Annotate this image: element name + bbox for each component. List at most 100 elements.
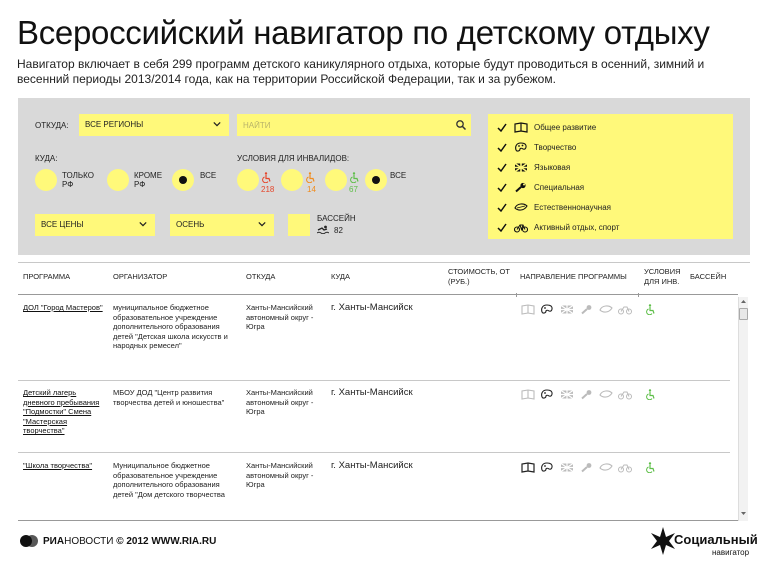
book-icon xyxy=(521,389,535,400)
leaf-icon xyxy=(599,390,613,398)
check-icon xyxy=(497,203,507,213)
wrench-icon xyxy=(581,390,592,400)
ria-logo-icon xyxy=(20,535,38,547)
disabled-all-label: ВСЕ xyxy=(390,171,407,180)
column-tick xyxy=(638,293,639,297)
flag-icon xyxy=(560,390,574,399)
to-all-radio[interactable] xyxy=(172,169,194,191)
column-program[interactable]: ПРОГРАММА xyxy=(23,272,70,282)
row2-direction-icons xyxy=(520,389,660,401)
disabled-person-icon xyxy=(306,172,315,183)
direction-sport-label: Активный отдых, спорт xyxy=(534,223,620,232)
book-icon xyxy=(514,122,528,133)
table-bottom-divider xyxy=(18,520,738,521)
direction-science-label: Естественнонаучная xyxy=(534,203,611,212)
check-icon xyxy=(497,183,507,193)
season-select[interactable]: ОСЕНЬ xyxy=(170,214,274,236)
row-divider xyxy=(18,452,730,453)
to-except-rf-radio[interactable] xyxy=(107,169,129,191)
palette-icon xyxy=(541,462,553,472)
header-divider-top xyxy=(18,262,750,263)
column-tick xyxy=(516,293,517,297)
ria-brand-bold: РИА xyxy=(43,536,65,547)
scrollbar-thumb[interactable] xyxy=(739,308,748,320)
from-label: ОТКУДА: xyxy=(35,121,69,130)
row-divider xyxy=(18,380,730,381)
direction-special[interactable]: Специальная xyxy=(488,179,733,197)
pool-checkbox[interactable] xyxy=(288,214,310,236)
row2-program-link[interactable]: Детский лагерь дневного пребывания "Подм… xyxy=(23,388,103,436)
bicycle-icon xyxy=(618,391,632,400)
direction-special-label: Специальная xyxy=(534,183,585,192)
wrench-icon xyxy=(581,463,592,473)
column-price[interactable]: СТОИМОСТЬ, ОТ (РУБ.) xyxy=(448,267,510,287)
bicycle-icon xyxy=(618,464,632,473)
disabled-hearing-count: 14 xyxy=(307,185,316,194)
direction-general[interactable]: Общее развитие xyxy=(488,119,733,137)
row3-direction-icons xyxy=(520,462,660,474)
row1-program-link[interactable]: ДОЛ "Город Мастеров" xyxy=(23,303,103,313)
row2-to: г. Ханты-Мансийск xyxy=(331,387,413,398)
scroll-down-arrow-icon[interactable] xyxy=(739,509,748,518)
direction-science[interactable]: Естественнонаучная xyxy=(488,199,733,217)
swimmer-icon xyxy=(317,225,329,234)
check-icon xyxy=(497,163,507,173)
bicycle-icon xyxy=(514,224,528,233)
column-from[interactable]: ОТКУДА xyxy=(246,272,275,282)
disabled-hearing-radio[interactable] xyxy=(281,169,303,191)
flag-icon xyxy=(514,162,528,173)
row2-from: Ханты-Мансийский автономный округ - Югра xyxy=(246,388,314,417)
row3-to: г. Ханты-Мансийск xyxy=(331,460,413,471)
disabled-vision-radio[interactable] xyxy=(325,169,347,191)
price-select-value: ВСЕ ЦЕНЫ xyxy=(41,220,84,229)
chevron-down-icon xyxy=(258,221,266,227)
check-icon xyxy=(497,143,507,153)
to-all-label: ВСЕ xyxy=(200,171,217,180)
row3-program-link[interactable]: "Школа творчества" xyxy=(23,461,108,471)
wheelchair-icon xyxy=(646,304,655,315)
disabled-vision-count: 67 xyxy=(349,185,358,194)
scroll-up-arrow-icon[interactable] xyxy=(739,297,748,306)
disabled-wheelchair-count: 218 xyxy=(261,185,275,194)
column-direction[interactable]: НАПРАВЛЕНИЕ ПРОГРАММЫ xyxy=(520,272,627,282)
wheelchair-icon xyxy=(646,462,655,473)
search-icon[interactable] xyxy=(455,119,467,131)
column-organizer[interactable]: ОРГАНИЗАТОР xyxy=(113,272,167,282)
search-input[interactable] xyxy=(237,114,471,136)
disabled-person-icon xyxy=(350,172,359,183)
check-icon xyxy=(497,223,507,233)
book-icon xyxy=(521,462,535,473)
direction-language[interactable]: Языковая xyxy=(488,159,733,177)
palette-icon xyxy=(515,142,527,152)
palette-icon xyxy=(541,389,553,399)
disabled-all-radio[interactable] xyxy=(365,169,387,191)
price-select[interactable]: ВСЕ ЦЕНЫ xyxy=(35,214,155,236)
to-only-rf-radio[interactable] xyxy=(35,169,57,191)
from-select[interactable]: ВСЕ РЕГИОНЫ xyxy=(79,114,229,136)
pool-label: БАССЕЙН xyxy=(317,214,356,223)
brand-title: Социальный xyxy=(674,532,758,547)
flag-icon xyxy=(560,463,574,472)
direction-creativity-label: Творчество xyxy=(534,143,577,152)
column-disabled[interactable]: УСЛОВИЯ ДЛЯ ИНВ. xyxy=(644,267,690,287)
table-scrollbar[interactable] xyxy=(738,297,748,521)
column-to[interactable]: КУДА xyxy=(331,272,350,282)
wheelchair-icon xyxy=(262,172,271,183)
page-subtitle: Навигатор включает в себя 299 программ д… xyxy=(17,57,705,86)
direction-creativity[interactable]: Творчество xyxy=(488,139,733,157)
flag-icon xyxy=(560,305,574,314)
ria-brand-light: НОВОСТИ xyxy=(64,536,114,547)
brand-subtitle: навигатор xyxy=(712,548,750,557)
pool-count: 82 xyxy=(334,226,343,235)
direction-language-label: Языковая xyxy=(534,163,571,172)
direction-general-label: Общее развитие xyxy=(534,123,597,132)
column-pool[interactable]: БАССЕЙН xyxy=(690,272,726,282)
leaf-icon xyxy=(599,463,613,471)
direction-sport[interactable]: Активный отдых, спорт xyxy=(488,219,733,237)
season-select-value: ОСЕНЬ xyxy=(176,220,205,229)
wrench-icon xyxy=(515,182,526,193)
disabled-wheelchair-radio[interactable] xyxy=(237,169,259,191)
leaf-icon xyxy=(599,305,613,313)
row3-organizer: Муниципальное бюджетное образовательное … xyxy=(113,461,225,499)
bicycle-icon xyxy=(618,306,632,315)
